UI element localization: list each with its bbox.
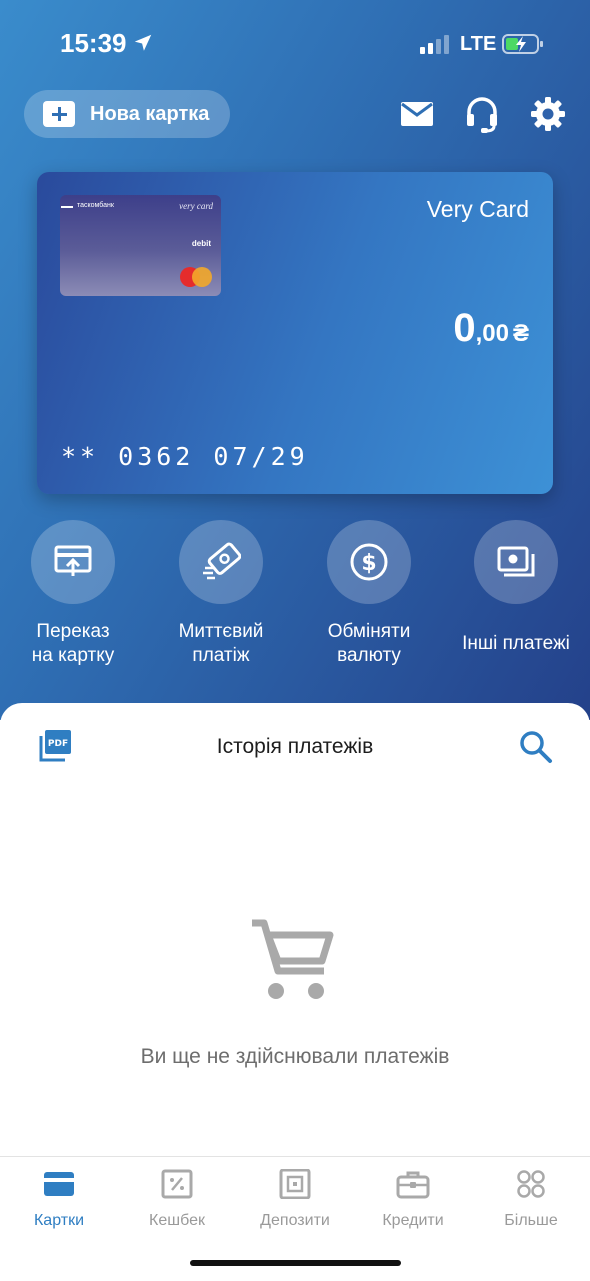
card-name: Very Card	[426, 196, 529, 222]
card-thumbnail-brand: very card	[179, 201, 213, 211]
action-label: Переказ на картку	[31, 621, 115, 666]
svg-text:$: $	[361, 551, 376, 576]
card-icon	[44, 1172, 74, 1196]
status-bar: 15:39 LTE	[0, 0, 590, 80]
network-type: LTE	[460, 33, 497, 55]
balance-decimal: ,00	[475, 320, 509, 347]
tab-label: Кредити	[382, 1212, 444, 1229]
mastercard-logo-right	[192, 267, 212, 287]
payment-history-panel: PDF Історія платежів Ви ще не здійснювал…	[0, 703, 590, 1158]
action-currency-exchange[interactable]: $ Обміняти валюту	[299, 520, 439, 668]
action-circle	[31, 520, 115, 604]
balance-integer: 0	[453, 306, 476, 350]
briefcase-icon	[396, 1171, 430, 1199]
tab-cards[interactable]: Картки	[0, 1169, 118, 1230]
balance-currency: ₴	[512, 320, 529, 347]
card-number-expiry: ** 0362 07/29	[61, 442, 309, 471]
card-transfer-icon	[54, 545, 92, 576]
bank-card[interactable]: таскомбанк very card debit Very Card 0,0…	[37, 172, 553, 494]
empty-history-message: Ви ще не здійснювали платежів	[140, 1045, 450, 1068]
action-instant-payment[interactable]: Миттєвий платіж	[151, 520, 291, 668]
home-indicator	[190, 1260, 401, 1266]
tab-cashback[interactable]: Кешбек	[118, 1169, 236, 1230]
more-grid-icon	[517, 1170, 545, 1198]
card-balance: 0,00 ₴	[453, 306, 529, 351]
cellular-signal-icon	[420, 35, 449, 54]
gear-icon[interactable]	[530, 96, 566, 132]
mail-icon[interactable]	[400, 100, 434, 128]
battery-charging-icon	[502, 34, 543, 54]
card-thumbnail-type: debit	[191, 239, 211, 248]
action-label: Інші платежі	[462, 633, 570, 654]
tab-credits[interactable]: Кредити	[354, 1169, 472, 1230]
tab-label: Більше	[504, 1212, 558, 1229]
action-circle	[474, 520, 558, 604]
add-icon	[43, 101, 75, 127]
tab-label: Депозити	[260, 1212, 330, 1229]
search-icon[interactable]	[518, 729, 554, 765]
action-label: Миттєвий платіж	[178, 621, 264, 666]
instant-payment-icon	[203, 542, 241, 580]
new-card-button[interactable]: Нова картка	[24, 90, 230, 138]
safe-deposit-icon	[279, 1168, 311, 1200]
action-circle	[179, 520, 263, 604]
headset-support-icon[interactable]	[464, 96, 500, 134]
location-arrow-icon	[134, 34, 152, 51]
card-thumbnail-bank: таскомбанк	[61, 202, 114, 209]
tab-label: Картки	[33, 1212, 85, 1229]
action-label: Обміняти валюту	[327, 621, 411, 666]
cashback-percent-icon	[161, 1169, 193, 1199]
tab-label: Кешбек	[149, 1212, 205, 1229]
new-card-label: Нова картка	[90, 102, 210, 125]
card-thumbnail: таскомбанк very card debit	[60, 195, 221, 296]
other-payments-icon	[497, 546, 535, 577]
tab-deposits[interactable]: Депозити	[236, 1168, 354, 1230]
action-circle: $	[327, 520, 411, 604]
action-other-payments[interactable]: Інші платежі	[446, 520, 586, 656]
shopping-cart-icon	[252, 919, 334, 999]
tab-more[interactable]: Більше	[472, 1169, 590, 1230]
currency-exchange-icon: $	[350, 543, 388, 581]
action-transfer-to-card[interactable]: Переказ на картку	[3, 520, 143, 668]
payment-history-title: Історія платежів	[216, 735, 374, 758]
status-time: 15:39	[60, 28, 127, 58]
